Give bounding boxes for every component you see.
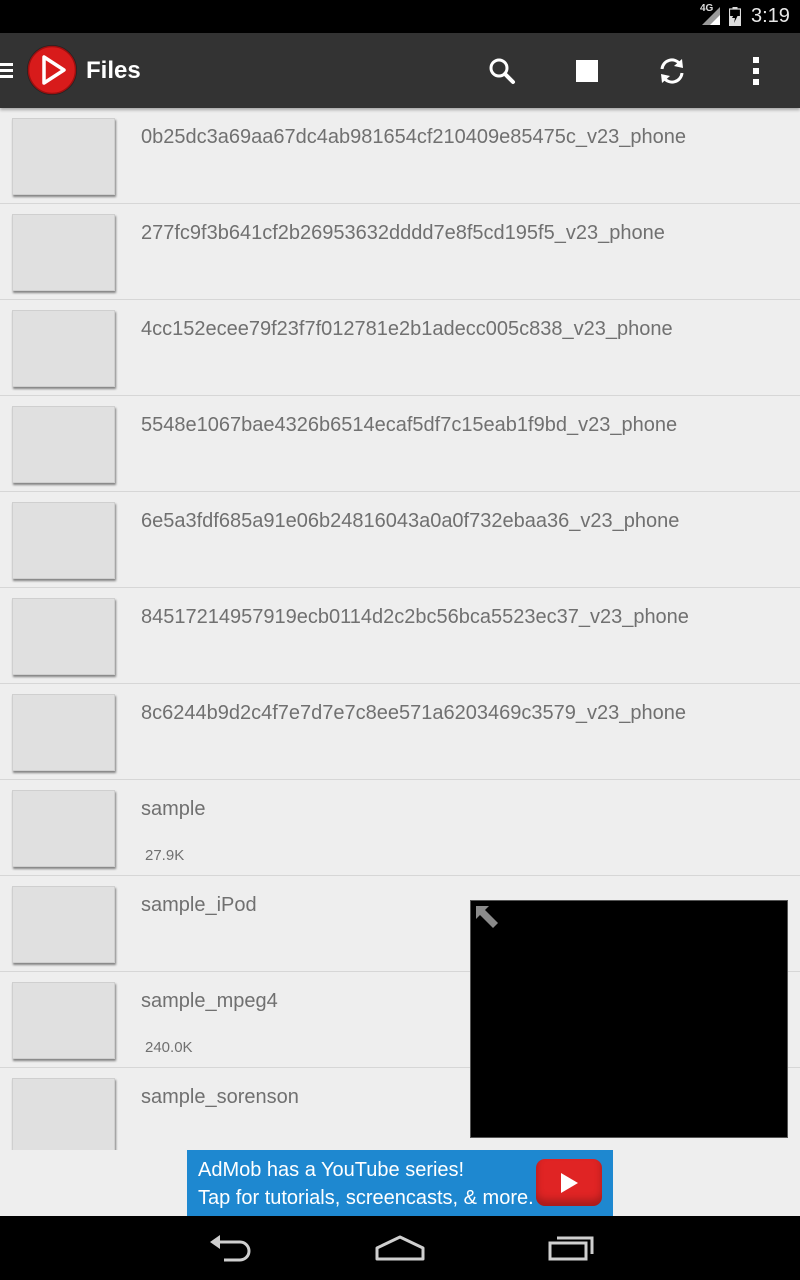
home-button[interactable] <box>365 1226 435 1270</box>
file-thumbnail <box>12 118 115 195</box>
file-name: 6e5a3fdf685a91e06b24816043a0a0f732ebaa36… <box>141 510 680 532</box>
home-icon <box>375 1235 425 1261</box>
stop-icon <box>576 60 598 82</box>
app-logo-play-icon[interactable] <box>26 44 78 96</box>
status-bar: 4G 3:19 <box>0 0 800 33</box>
file-row[interactable]: 0b25dc3a69aa67dc4ab981654cf210409e85475c… <box>0 108 800 204</box>
ad-subline: Tap for tutorials, screencasts, & more. <box>198 1187 534 1209</box>
recents-icon <box>548 1236 594 1261</box>
file-thumbnail <box>12 310 115 387</box>
file-name: 8c6244b9d2c4f7e7d7e7c8ee571a6203469c3579… <box>141 702 686 724</box>
file-name: sample_sorenson <box>141 1086 299 1108</box>
app-title: Files <box>86 57 141 84</box>
overflow-menu-icon <box>753 57 759 85</box>
file-row[interactable]: 6e5a3fdf685a91e06b24816043a0a0f732ebaa36… <box>0 492 800 588</box>
clock: 3:19 <box>751 5 790 27</box>
file-row[interactable]: sample 27.9K <box>0 780 800 876</box>
file-thumbnail <box>12 502 115 579</box>
overflow-menu-button[interactable] <box>734 49 778 93</box>
menu-icon[interactable] <box>0 60 14 80</box>
file-size: 27.9K <box>145 847 185 864</box>
back-button[interactable] <box>195 1226 265 1270</box>
navigation-bar <box>0 1216 800 1280</box>
search-icon <box>489 58 515 84</box>
stop-button[interactable] <box>565 49 609 93</box>
file-name: 5548e1067bae4326b6514ecaf5df7c15eab1f9bd… <box>141 414 678 436</box>
ad-headline: AdMob has a YouTube series! <box>198 1159 465 1181</box>
file-name: 4cc152ecee79f23f7f012781e2b1adecc005c838… <box>141 318 673 340</box>
file-thumbnail <box>12 406 115 483</box>
refresh-icon <box>660 58 684 84</box>
file-row[interactable]: 5548e1067bae4326b6514ecaf5df7c15eab1f9bd… <box>0 396 800 492</box>
file-row[interactable]: 8c6244b9d2c4f7e7d7e7c8ee571a6203469c3579… <box>0 684 800 780</box>
file-thumbnail <box>12 214 115 291</box>
file-thumbnail <box>12 790 115 867</box>
signal-icon <box>702 7 720 25</box>
file-name: 0b25dc3a69aa67dc4ab981654cf210409e85475c… <box>141 126 686 148</box>
refresh-button[interactable] <box>650 49 694 93</box>
ad-banner[interactable]: AdMob has a YouTube series! Tap for tuto… <box>187 1150 613 1216</box>
file-thumbnail <box>12 886 115 963</box>
file-row[interactable]: 277fc9f3b641cf2b26953632dddd7e8f5cd195f5… <box>0 204 800 300</box>
file-thumbnail <box>12 1078 115 1150</box>
file-thumbnail <box>12 598 115 675</box>
file-name: sample_iPod <box>141 894 257 916</box>
file-thumbnail <box>12 694 115 771</box>
file-name: sample <box>141 798 206 820</box>
battery-icon <box>729 7 741 26</box>
search-button[interactable] <box>480 49 524 93</box>
expand-icon[interactable] <box>473 903 501 931</box>
recents-button[interactable] <box>536 1226 606 1270</box>
file-size: 240.0K <box>145 1039 193 1056</box>
file-row[interactable]: 4cc152ecee79f23f7f012781e2b1adecc005c838… <box>0 300 800 396</box>
youtube-play-icon <box>536 1159 602 1206</box>
file-name: sample_mpeg4 <box>141 990 278 1012</box>
file-thumbnail <box>12 982 115 1059</box>
file-name: 277fc9f3b641cf2b26953632dddd7e8f5cd195f5… <box>141 222 665 244</box>
file-row[interactable]: 84517214957919ecb0114d2c2bc56bca5523ec37… <box>0 588 800 684</box>
action-bar: Files <box>0 33 800 108</box>
video-player-overlay[interactable] <box>470 900 788 1138</box>
back-icon <box>210 1235 251 1262</box>
file-name: 84517214957919ecb0114d2c2bc56bca5523ec37… <box>141 606 689 628</box>
